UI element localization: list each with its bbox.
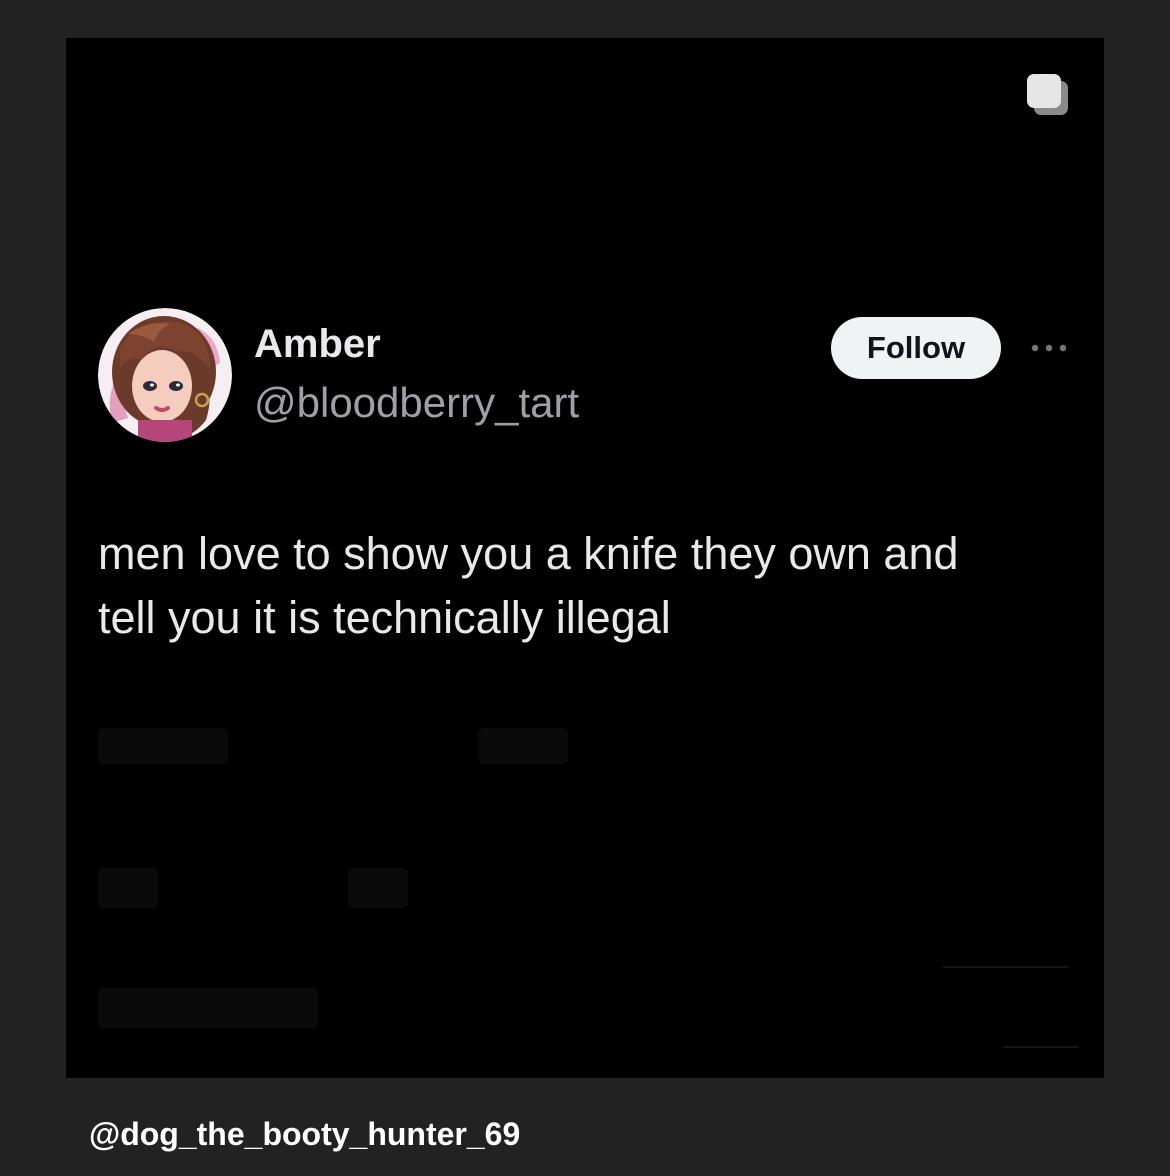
- account-watermark: @dog_the_booty_hunter_69: [89, 1116, 521, 1152]
- faded-stat: [348, 868, 408, 908]
- faded-stat: [98, 988, 318, 1028]
- faded-divider: [1003, 1046, 1078, 1048]
- tweet-text-line: men love to show you a knife they own an…: [98, 528, 959, 579]
- faded-divider: [943, 966, 1068, 968]
- more-options-icon[interactable]: [1029, 336, 1069, 360]
- faded-timestamp: [98, 728, 228, 764]
- tweet-text: men love to show you a knife they own an…: [98, 522, 1088, 650]
- multiple-images-icon[interactable]: [1024, 71, 1072, 119]
- avatar-illustration: [98, 308, 232, 442]
- faded-stat: [98, 868, 158, 908]
- author-display-name[interactable]: Amber: [254, 322, 381, 367]
- faded-tweet-metadata: [98, 728, 1078, 1048]
- author-handle[interactable]: @bloodberry_tart: [254, 379, 579, 427]
- post-card: Amber @bloodberry_tart Follow men love t…: [66, 38, 1104, 1078]
- avatar[interactable]: [98, 308, 232, 442]
- faded-view-count: [478, 728, 568, 764]
- follow-button[interactable]: Follow: [831, 317, 1001, 379]
- tweet-text-line: tell you it is technically illegal: [98, 592, 671, 643]
